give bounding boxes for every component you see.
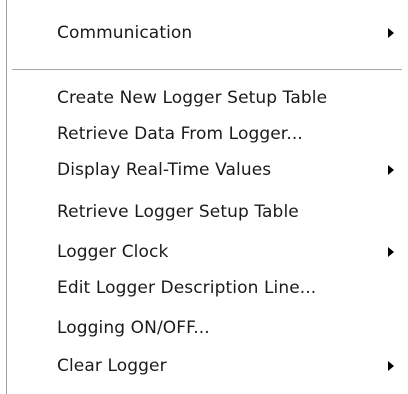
menu-item-label: Create New Logger Setup Table — [57, 88, 328, 108]
context-menu: Communication Create New Logger Setup Ta… — [0, 0, 408, 394]
submenu-arrow-icon — [388, 361, 394, 371]
menu-item-label: Communication — [57, 23, 193, 43]
menu-separator — [12, 69, 402, 71]
menu-item-display-real-time-values[interactable]: Display Real-Time Values — [0, 152, 408, 188]
menu-item-edit-logger-description-line[interactable]: Edit Logger Description Line... — [0, 270, 408, 306]
submenu-arrow-icon — [388, 247, 394, 257]
menu-item-label: Display Real-Time Values — [57, 160, 272, 180]
menu-item-logger-clock[interactable]: Logger Clock — [0, 234, 408, 270]
menu-item-clear-logger[interactable]: Clear Logger — [0, 348, 408, 384]
menu-item-create-new-logger-setup-table[interactable]: Create New Logger Setup Table — [0, 80, 408, 116]
menu-item-label: Retrieve Logger Setup Table — [57, 202, 299, 222]
menu-item-label: Logging ON/OFF... — [57, 318, 210, 338]
menu-item-logging-on-off[interactable]: Logging ON/OFF... — [0, 310, 408, 346]
menu-item-retrieve-logger-setup-table[interactable]: Retrieve Logger Setup Table — [0, 194, 408, 230]
menu-item-communication[interactable]: Communication — [0, 15, 408, 51]
submenu-arrow-icon — [388, 165, 394, 175]
menu-item-label: Clear Logger — [57, 356, 167, 376]
submenu-arrow-icon — [388, 28, 394, 38]
menu-item-label: Edit Logger Description Line... — [57, 278, 317, 298]
menu-item-retrieve-data-from-logger[interactable]: Retrieve Data From Logger... — [0, 116, 408, 152]
menu-item-label: Logger Clock — [57, 242, 169, 262]
menu-item-label: Retrieve Data From Logger... — [57, 124, 303, 144]
